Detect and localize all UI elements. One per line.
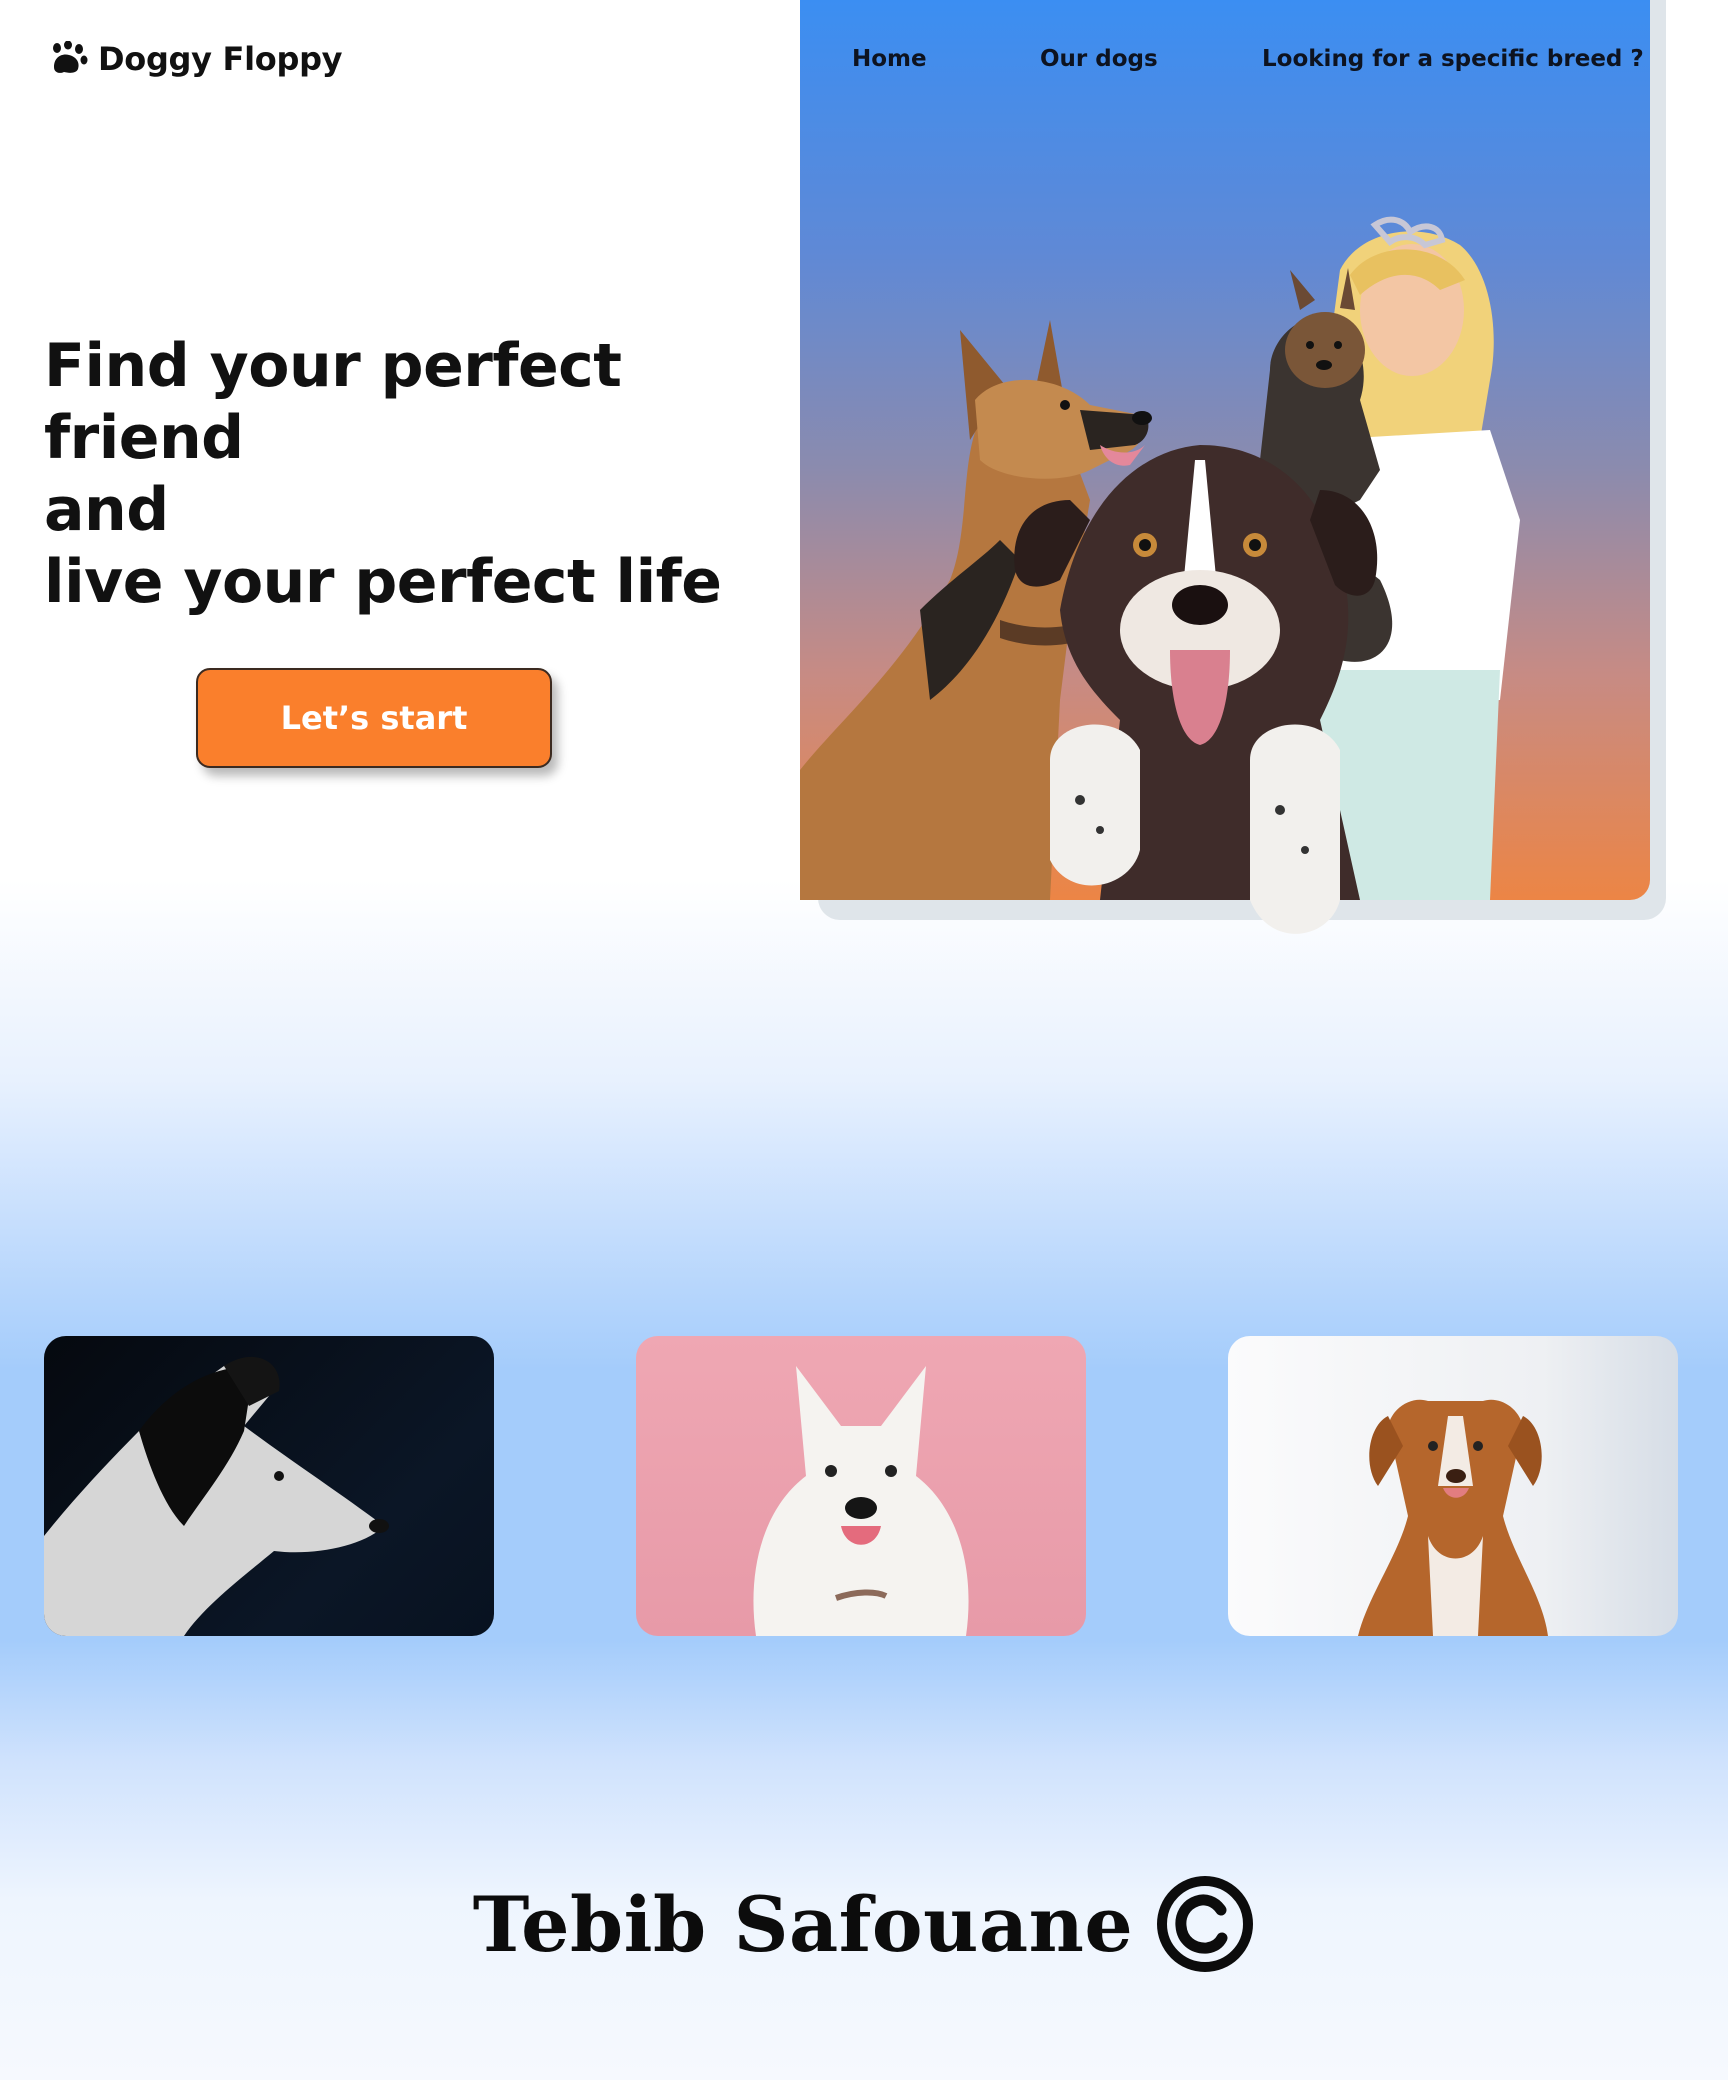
brand-name: Doggy Floppy [98, 40, 343, 78]
hero-title-line: live your perfect life [44, 547, 722, 617]
footer: Tebib Safouane [0, 1874, 1728, 1974]
paw-icon [48, 41, 88, 77]
footer-author: Tebib Safouane [472, 1879, 1134, 1969]
hero-dogs-illustration [800, 216, 1520, 934]
spotted-puppy-figure [1014, 445, 1378, 934]
gallery-card-retriever[interactable] [1228, 1336, 1678, 1636]
hero-title-line: Find your perfect friend [44, 331, 622, 473]
hero-title: Find your perfect friend and live your p… [44, 330, 764, 618]
gallery-card-border-collie[interactable] [44, 1336, 494, 1636]
retriever-image [1358, 1399, 1548, 1636]
nav-breed-search[interactable]: Looking for a specific breed ? [1262, 46, 1644, 72]
nav-home[interactable]: Home [852, 46, 927, 72]
nav-our-dogs[interactable]: Our dogs [1040, 46, 1158, 72]
border-collie-image [44, 1356, 389, 1636]
brand-logo[interactable]: Doggy Floppy [48, 40, 343, 78]
samoyed-image [753, 1366, 969, 1636]
copyright-icon [1155, 1874, 1255, 1974]
hero-title-line: and [44, 475, 169, 545]
gallery-card-samoyed[interactable] [636, 1336, 1086, 1636]
lets-start-button[interactable]: Let’s start [196, 668, 552, 768]
